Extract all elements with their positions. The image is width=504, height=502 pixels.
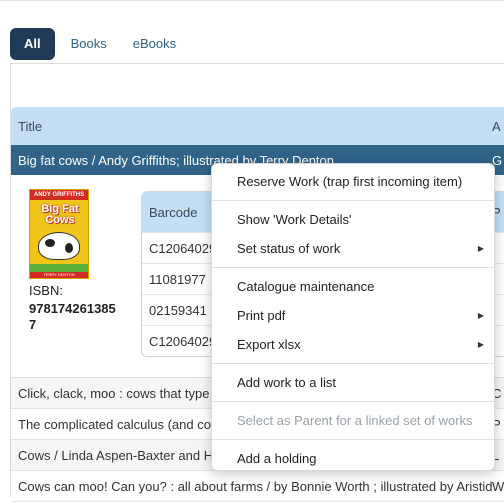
menu-item-export-xlsx[interactable]: Export xlsx ▶ [212, 330, 494, 359]
menu-separator [212, 267, 494, 268]
top-divider [0, 0, 504, 1]
menu-item-label: Show 'Work Details' [237, 212, 352, 227]
results-header: Title A [11, 107, 504, 145]
tab-books[interactable]: Books [61, 28, 117, 60]
menu-item-label: Export xlsx [237, 337, 301, 352]
column-header-title[interactable]: Title [11, 119, 492, 134]
menu-item-label: Add a holding [237, 451, 317, 466]
column-header-next[interactable]: A [492, 119, 504, 134]
result-row-title: Cows can moo! Can you? : all about farms… [18, 478, 492, 494]
isbn-label: ISBN: [29, 283, 63, 298]
menu-separator [212, 401, 494, 402]
cow-illustration [38, 232, 80, 260]
menu-separator [212, 200, 494, 201]
menu-item-reserve-work[interactable]: Reserve Work (trap first incoming item) [212, 167, 494, 196]
tab-all[interactable]: All [10, 28, 55, 60]
menu-item-label: Select as Parent for a linked set of wor… [237, 413, 473, 428]
tabs-divider [10, 63, 504, 64]
cover-author: ANDY GRIFFITHS [30, 190, 88, 200]
book-cover-image[interactable]: ANDY GRIFFITHS Big Fat Cows TERRY DENTON [29, 189, 89, 279]
menu-item-show-work-details[interactable]: Show 'Work Details' [212, 205, 494, 234]
cover-title: Big Fat Cows [41, 203, 79, 226]
menu-separator [212, 439, 494, 440]
caret-right-icon: ▶ [477, 244, 484, 253]
menu-item-select-parent: Select as Parent for a linked set of wor… [212, 406, 494, 435]
cover-illustrator: TERRY DENTON [30, 272, 88, 278]
menu-item-label: Add work to a list [237, 375, 336, 390]
menu-item-label: Catalogue maintenance [237, 279, 375, 294]
menu-item-add-to-list[interactable]: Add work to a list [212, 368, 494, 397]
result-row[interactable]: Cows can moo! Can you? : all about farms… [11, 471, 504, 502]
menu-item-catalogue-maintenance[interactable]: Catalogue maintenance [212, 272, 494, 301]
isbn-value: 9781742613857 [29, 301, 116, 332]
menu-item-set-status[interactable]: Set status of work ▶ [212, 234, 494, 263]
result-row-next-col: W [492, 478, 504, 494]
menu-item-label: Reserve Work (trap first incoming item) [237, 174, 463, 189]
menu-separator [212, 363, 494, 364]
caret-right-icon: ▶ [477, 340, 484, 349]
menu-item-label: Set status of work [237, 241, 341, 256]
caret-right-icon: ▶ [477, 311, 484, 320]
menu-item-print-pdf[interactable]: Print pdf ▶ [212, 301, 494, 330]
context-menu: Reserve Work (trap first incoming item) … [211, 163, 495, 471]
menu-item-label: Print pdf [237, 308, 286, 323]
menu-item-add-holding[interactable]: Add a holding [212, 444, 494, 473]
format-tabs: All Books eBooks [10, 28, 192, 60]
tab-ebooks[interactable]: eBooks [123, 28, 186, 60]
